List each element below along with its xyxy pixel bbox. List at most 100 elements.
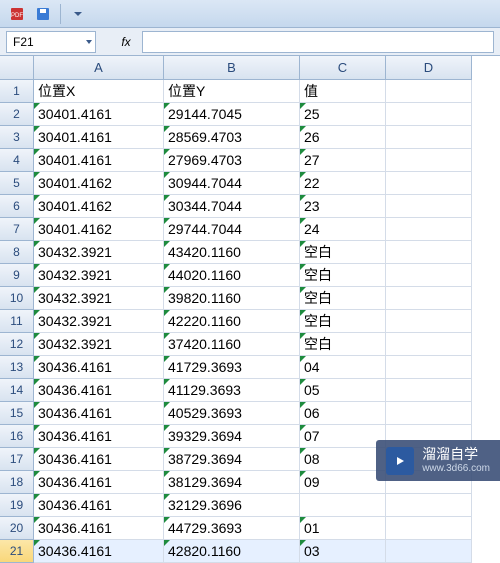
cell[interactable]: 05 xyxy=(300,379,386,402)
cell[interactable]: 07 xyxy=(300,425,386,448)
cell[interactable]: 25 xyxy=(300,103,386,126)
cell[interactable]: 27969.4703 xyxy=(164,149,300,172)
row-header[interactable]: 10 xyxy=(0,287,34,310)
cell[interactable]: 27 xyxy=(300,149,386,172)
cell[interactable]: 04 xyxy=(300,356,386,379)
cell[interactable] xyxy=(386,517,472,540)
row-header[interactable]: 11 xyxy=(0,310,34,333)
cell[interactable]: 30401.4161 xyxy=(34,126,164,149)
cell[interactable] xyxy=(386,494,472,517)
cell[interactable]: 06 xyxy=(300,402,386,425)
cell[interactable]: 30436.4161 xyxy=(34,379,164,402)
row-header[interactable]: 19 xyxy=(0,494,34,517)
row-header[interactable]: 8 xyxy=(0,241,34,264)
cell[interactable]: 09 xyxy=(300,471,386,494)
cell[interactable] xyxy=(386,333,472,356)
cell[interactable]: 位置Y xyxy=(164,80,300,103)
cell[interactable]: 30432.3921 xyxy=(34,287,164,310)
dropdown-icon[interactable] xyxy=(67,3,89,25)
cell[interactable]: 29144.7045 xyxy=(164,103,300,126)
cell[interactable] xyxy=(386,264,472,287)
cell[interactable]: 39820.1160 xyxy=(164,287,300,310)
cell[interactable] xyxy=(386,379,472,402)
cell[interactable]: 值 xyxy=(300,80,386,103)
cell[interactable]: 空白 xyxy=(300,241,386,264)
row-header[interactable]: 4 xyxy=(0,149,34,172)
cell[interactable]: 08 xyxy=(300,448,386,471)
cell[interactable]: 30436.4161 xyxy=(34,471,164,494)
name-box[interactable]: F21 xyxy=(6,31,96,53)
cell[interactable]: 42820.1160 xyxy=(164,540,300,563)
cell[interactable]: 30432.3921 xyxy=(34,333,164,356)
cell[interactable]: 位置X xyxy=(34,80,164,103)
fx-icon[interactable]: fx xyxy=(116,32,136,52)
chevron-down-icon[interactable] xyxy=(85,35,93,49)
cell[interactable]: 38729.3694 xyxy=(164,448,300,471)
row-header[interactable]: 20 xyxy=(0,517,34,540)
row-header[interactable]: 3 xyxy=(0,126,34,149)
cell[interactable]: 26 xyxy=(300,126,386,149)
cell[interactable]: 30432.3921 xyxy=(34,264,164,287)
row-header[interactable]: 7 xyxy=(0,218,34,241)
cell[interactable]: 30432.3921 xyxy=(34,241,164,264)
cell[interactable]: 30436.4161 xyxy=(34,402,164,425)
cell[interactable] xyxy=(386,126,472,149)
cell[interactable]: 空白 xyxy=(300,310,386,333)
cell[interactable]: 44729.3693 xyxy=(164,517,300,540)
cell[interactable] xyxy=(386,195,472,218)
cell[interactable] xyxy=(386,402,472,425)
cell[interactable] xyxy=(386,172,472,195)
cell[interactable]: 44020.1160 xyxy=(164,264,300,287)
row-header[interactable]: 6 xyxy=(0,195,34,218)
row-header[interactable]: 21 xyxy=(0,540,34,563)
cell[interactable] xyxy=(386,310,472,333)
cell[interactable] xyxy=(386,103,472,126)
cell[interactable]: 30436.4161 xyxy=(34,517,164,540)
cell[interactable]: 23 xyxy=(300,195,386,218)
row-header[interactable]: 12 xyxy=(0,333,34,356)
cell[interactable]: 30401.4161 xyxy=(34,149,164,172)
cell[interactable]: 43420.1160 xyxy=(164,241,300,264)
cell[interactable]: 30436.4161 xyxy=(34,494,164,517)
cell[interactable]: 28569.4703 xyxy=(164,126,300,149)
cell[interactable]: 29744.7044 xyxy=(164,218,300,241)
cell[interactable] xyxy=(386,287,472,310)
cell[interactable]: 24 xyxy=(300,218,386,241)
cell[interactable]: 30401.4162 xyxy=(34,218,164,241)
cell[interactable] xyxy=(386,80,472,103)
cell[interactable]: 32129.3696 xyxy=(164,494,300,517)
cell[interactable] xyxy=(386,241,472,264)
cell[interactable]: 30401.4162 xyxy=(34,195,164,218)
cell[interactable]: 30344.7044 xyxy=(164,195,300,218)
cell[interactable]: 39329.3694 xyxy=(164,425,300,448)
cell[interactable]: 30944.7044 xyxy=(164,172,300,195)
cell[interactable]: 30436.4161 xyxy=(34,425,164,448)
cell[interactable]: 30401.4161 xyxy=(34,103,164,126)
cell[interactable] xyxy=(300,494,386,517)
cell[interactable]: 01 xyxy=(300,517,386,540)
row-header[interactable]: 1 xyxy=(0,80,34,103)
cell[interactable] xyxy=(386,218,472,241)
formula-input[interactable] xyxy=(142,31,494,53)
cell[interactable]: 30401.4162 xyxy=(34,172,164,195)
row-header[interactable]: 16 xyxy=(0,425,34,448)
column-header-C[interactable]: C xyxy=(300,56,386,80)
column-header-D[interactable]: D xyxy=(386,56,472,80)
cell[interactable]: 42220.1160 xyxy=(164,310,300,333)
cell[interactable] xyxy=(386,356,472,379)
cell[interactable]: 41129.3693 xyxy=(164,379,300,402)
row-header[interactable]: 2 xyxy=(0,103,34,126)
select-all-corner[interactable] xyxy=(0,56,34,80)
quick-access-toolbar[interactable]: PDF xyxy=(0,0,500,28)
column-header-A[interactable]: A xyxy=(34,56,164,80)
row-header[interactable]: 5 xyxy=(0,172,34,195)
save-icon[interactable] xyxy=(32,3,54,25)
row-header[interactable]: 17 xyxy=(0,448,34,471)
cell[interactable]: 30432.3921 xyxy=(34,310,164,333)
cell[interactable] xyxy=(386,149,472,172)
cell[interactable]: 22 xyxy=(300,172,386,195)
cell[interactable] xyxy=(386,540,472,563)
cell[interactable]: 30436.4161 xyxy=(34,356,164,379)
cell[interactable]: 37420.1160 xyxy=(164,333,300,356)
row-header[interactable]: 15 xyxy=(0,402,34,425)
